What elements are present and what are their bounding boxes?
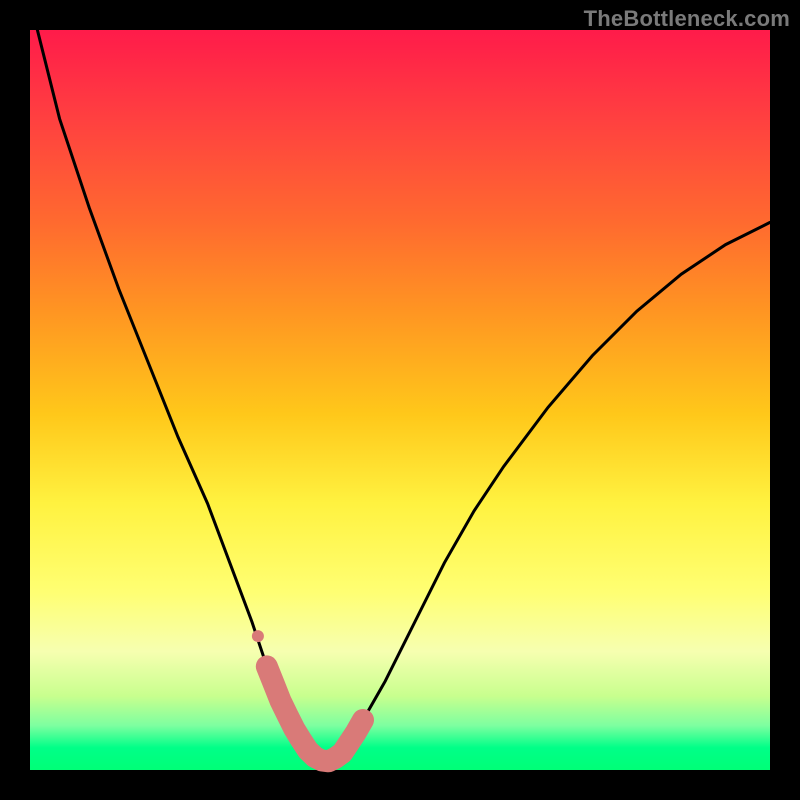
optimal-range-highlight [267,666,363,761]
optimal-range-marker [252,630,264,642]
bottleneck-curve [30,0,770,763]
bottleneck-chart [0,0,800,800]
